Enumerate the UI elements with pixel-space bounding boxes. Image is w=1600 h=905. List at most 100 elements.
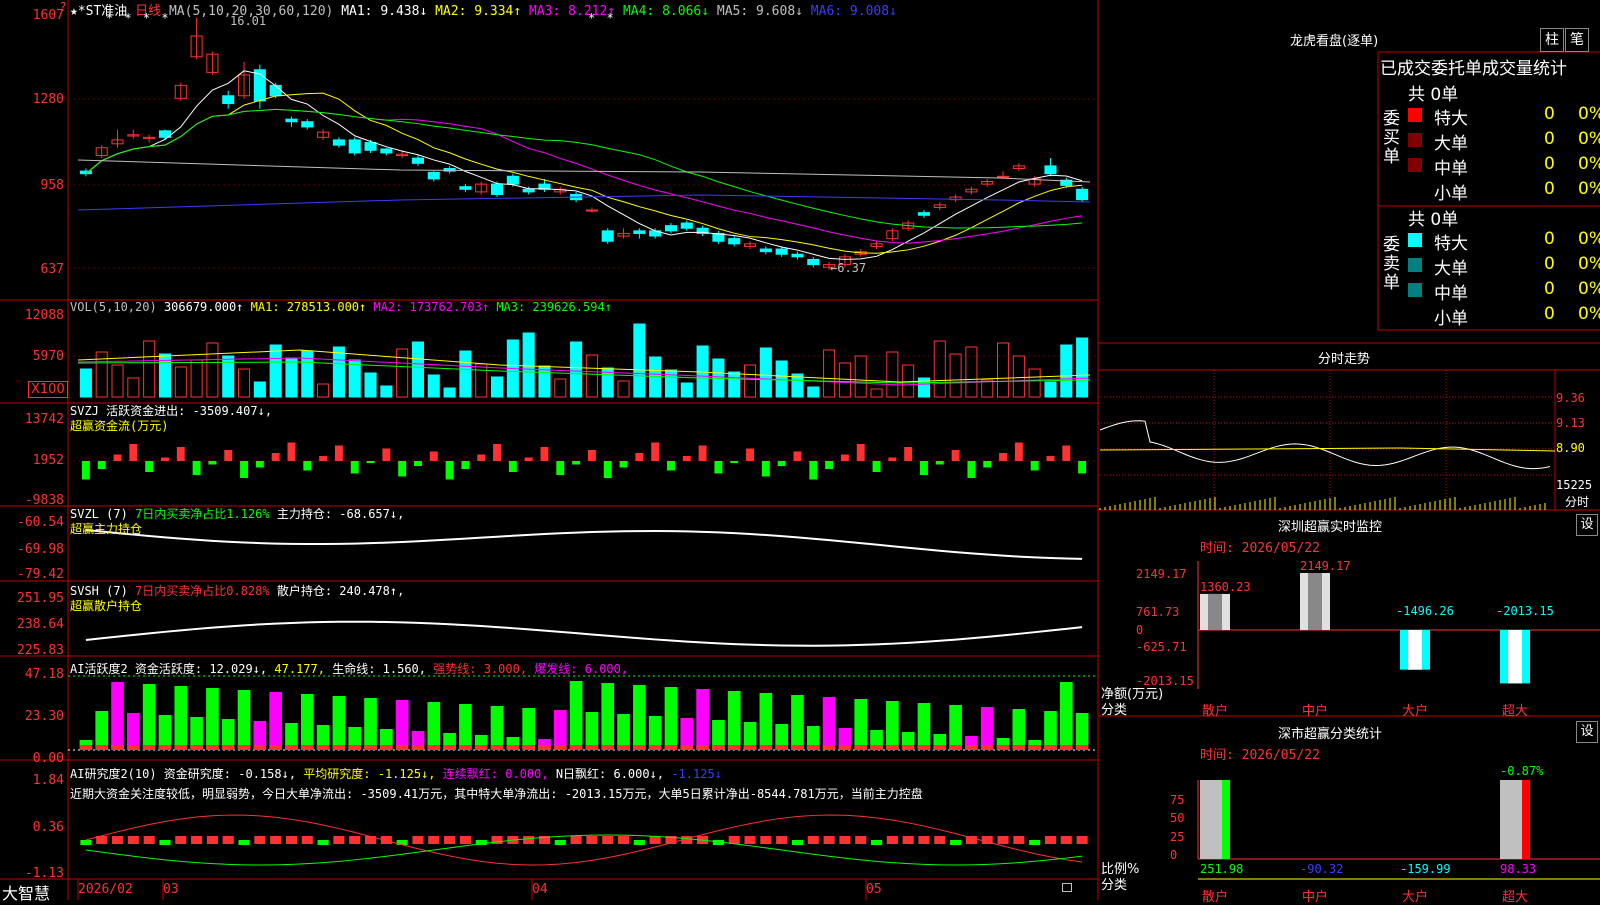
classify-bar-accent bbox=[1222, 780, 1230, 859]
ai-research-last: -1.125↓ bbox=[671, 767, 722, 781]
ai2-header: AI活跃度2 资金活跃度: 12.029↓, 47.177, 生命线: 1.56… bbox=[70, 660, 628, 677]
monitor-settings-button[interactable]: 设 bbox=[1576, 514, 1598, 536]
svzj-bar bbox=[334, 445, 343, 461]
svzj-bar bbox=[587, 450, 596, 461]
ai2-base bbox=[585, 745, 599, 750]
svzj-bar bbox=[508, 461, 517, 472]
ai-research-note: 近期大资金关注度较低，明显弱势，今日大单净流出: -3509.41万元，其中特大… bbox=[70, 787, 923, 801]
sell-pct-0: 0% bbox=[1578, 229, 1600, 249]
svzj-bar bbox=[1046, 456, 1055, 461]
research-bar bbox=[428, 836, 440, 844]
ai2-base bbox=[490, 745, 504, 750]
vol-bar bbox=[380, 385, 393, 398]
ma5-line bbox=[77, 159, 1091, 183]
monitor-bar-3 bbox=[1500, 630, 1530, 684]
bar-mode-button[interactable]: 柱 bbox=[1540, 28, 1564, 52]
research-bar bbox=[444, 836, 456, 844]
svzj-bar bbox=[240, 461, 248, 478]
x-label-2: 04 bbox=[532, 882, 548, 897]
research-bar bbox=[649, 836, 661, 844]
classify-time: 时间: 2026/05/22 bbox=[1200, 748, 1320, 763]
ai2-base bbox=[553, 745, 567, 750]
vol-bar bbox=[490, 376, 504, 398]
vol-bar bbox=[949, 353, 962, 398]
svzj-bar bbox=[477, 454, 486, 461]
classify-cat-2: 大户 bbox=[1402, 890, 1429, 905]
vol-bar bbox=[886, 351, 899, 398]
ai2-base bbox=[601, 745, 615, 750]
svzj-bar bbox=[113, 454, 122, 461]
svzj-bar bbox=[382, 448, 391, 461]
vol-unit-box: X100 bbox=[28, 381, 68, 398]
ai2-base bbox=[901, 745, 915, 750]
ai2-label: AI活跃度2 资金活跃度: 12.029↓, bbox=[70, 662, 268, 676]
monitor-bar-core bbox=[1408, 630, 1422, 670]
research-bar bbox=[238, 840, 250, 845]
research-bars bbox=[80, 836, 1088, 845]
svzj-bar bbox=[635, 453, 644, 461]
buy-label: 委买单 bbox=[1383, 109, 1400, 167]
ai2-base bbox=[269, 745, 282, 750]
ai2-bar bbox=[553, 710, 567, 750]
classify-value-2: -159.99 bbox=[1400, 862, 1451, 876]
classify-tick-0: 75 bbox=[1170, 793, 1185, 807]
ai2-base bbox=[127, 745, 140, 750]
ai2-base bbox=[838, 745, 852, 750]
ai2-base bbox=[174, 745, 188, 750]
monitor-value-3: -2013.15 bbox=[1496, 604, 1554, 618]
svzl-label: SVZL (7) bbox=[70, 507, 128, 521]
ai-research-nred: N日飘红: 6.000↓, bbox=[555, 767, 665, 781]
vol-bar bbox=[79, 368, 92, 398]
monitor-cat-3: 超大 bbox=[1502, 704, 1529, 719]
research-bar bbox=[80, 840, 92, 845]
svzl-tick-1: -69.98 bbox=[17, 542, 64, 557]
svzj-bar bbox=[999, 453, 1007, 461]
ai2-bar bbox=[886, 701, 899, 750]
classify-value-3: 98.33 bbox=[1500, 862, 1537, 876]
candle-body bbox=[601, 230, 614, 242]
svzj-bar bbox=[730, 461, 739, 463]
ai2-base bbox=[206, 745, 219, 750]
candle-body bbox=[490, 183, 504, 195]
ma4-value: MA4: 8.066↓ bbox=[622, 4, 710, 19]
vol-bar bbox=[475, 363, 488, 398]
ai2-base bbox=[95, 745, 109, 750]
research-bar bbox=[855, 836, 867, 844]
ai2-base bbox=[712, 745, 725, 750]
buy-pct-3: 0% bbox=[1578, 179, 1600, 199]
ai2-base bbox=[1028, 745, 1041, 750]
research-bar bbox=[159, 840, 171, 845]
sell-swatch-0 bbox=[1408, 233, 1422, 247]
classify-cat-1: 中户 bbox=[1302, 890, 1329, 905]
svzl-header: SVZL (7) 7日内买卖净占比1.126% 主力持仓: -68.657↓, … bbox=[70, 507, 404, 537]
lock-icon[interactable] bbox=[1062, 883, 1072, 892]
vol-bar bbox=[1044, 381, 1057, 398]
ai2-bar bbox=[664, 687, 678, 750]
ai2-base bbox=[300, 745, 314, 750]
buy-name-0: 特大 bbox=[1434, 109, 1468, 129]
vol-bar bbox=[538, 365, 551, 398]
svzj-bar bbox=[493, 444, 501, 461]
sell-row-1: 大单 0 0% bbox=[1408, 254, 1600, 279]
ai2-base bbox=[221, 745, 235, 750]
ai2-bar bbox=[601, 683, 615, 750]
research-bar bbox=[175, 836, 187, 844]
ai2-bar bbox=[980, 707, 994, 750]
vol-bar bbox=[237, 368, 251, 398]
ai2-tick-1: 23.30 bbox=[24, 709, 64, 724]
tick-mode-button[interactable]: 笔 bbox=[1565, 28, 1589, 52]
candle-body bbox=[728, 238, 741, 245]
monitor-cat-0: 散户 bbox=[1202, 704, 1229, 719]
svzl-tick-0: -60.54 bbox=[17, 515, 64, 530]
volume-bars bbox=[77, 323, 1091, 398]
buy-pct-2: 0% bbox=[1578, 154, 1600, 174]
svzj-bar bbox=[540, 447, 549, 461]
candle-body bbox=[996, 175, 1010, 178]
svzj-bar bbox=[429, 451, 438, 461]
classify-settings-button[interactable]: 设 bbox=[1576, 721, 1598, 743]
sell-pct-3: 0% bbox=[1578, 304, 1600, 324]
research-bar bbox=[222, 836, 234, 844]
vol-bar bbox=[332, 346, 345, 398]
brand-logo: 大智慧 bbox=[2, 884, 51, 903]
sell-count-3: 0 bbox=[1544, 304, 1555, 324]
